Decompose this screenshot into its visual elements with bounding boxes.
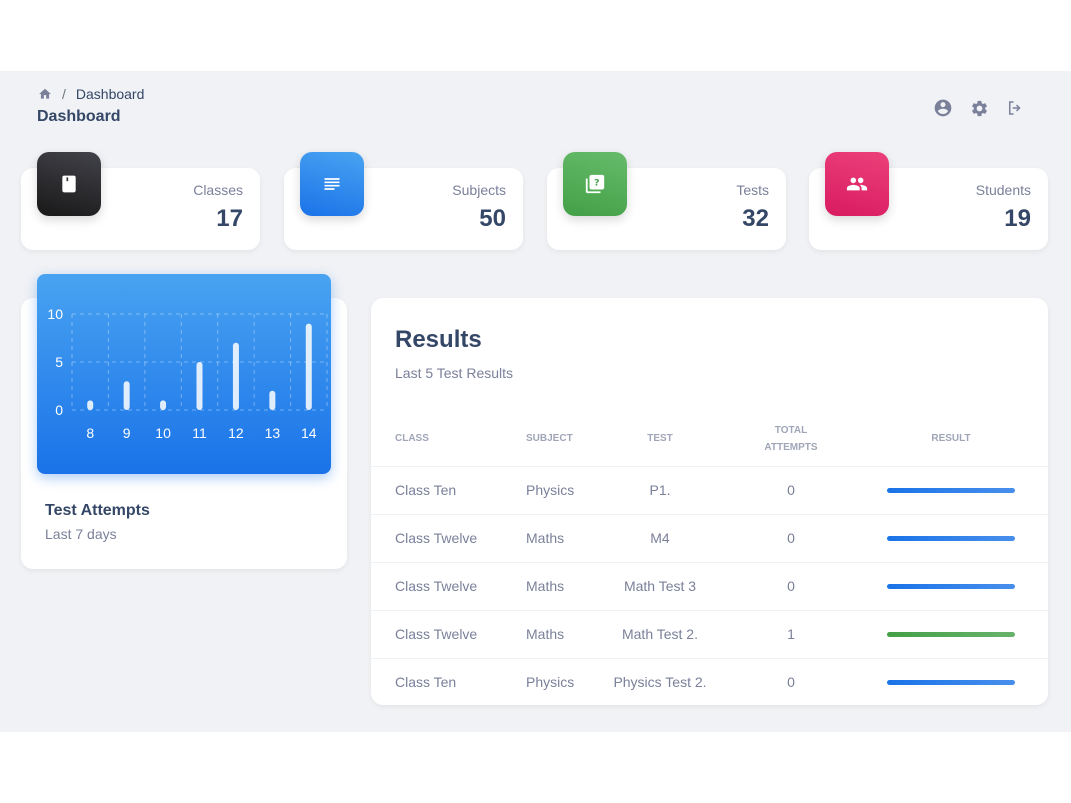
dashboard-app: / Dashboard Dashboard Classes 17 Subject… — [0, 71, 1071, 732]
test-attempts-chart: 0 5 10 8 9 10 11 12 13 14 — [47, 306, 328, 441]
result-progress-bar — [887, 679, 1015, 685]
cell-test: M4 — [592, 514, 728, 563]
logout-icon[interactable] — [1005, 98, 1025, 118]
chart-bar — [305, 323, 312, 410]
book-icon — [37, 152, 101, 216]
results-table: Class Subject Test Total Attempts Result… — [371, 412, 1048, 705]
cell-subject: Physics — [502, 466, 592, 515]
test-attempts-card: 0 5 10 8 9 10 11 12 13 14 Test Attempts Last 7 da… — [21, 274, 347, 569]
results-card: Results Last 5 Test Results Class Subjec… — [371, 298, 1048, 705]
cell-test: Math Test 2. — [592, 610, 728, 659]
group-icon — [825, 152, 889, 216]
result-progress-bar — [887, 583, 1015, 589]
cell-attempts: 0 — [728, 466, 854, 515]
table-header-row: Class Subject Test Total Attempts Result — [371, 412, 1048, 467]
results-title: Results — [395, 326, 482, 353]
chart-title: Test Attempts — [45, 502, 150, 519]
cell-class: Class Ten — [395, 674, 457, 691]
chart-x-tick-label: 11 — [192, 425, 207, 441]
chart-bar — [123, 381, 130, 410]
column-header-test: Test — [592, 412, 728, 467]
cell-subject: Maths — [502, 610, 592, 659]
gear-icon[interactable] — [969, 98, 989, 118]
cell-subject: Maths — [502, 562, 592, 611]
chart-y-tick-label: 10 — [47, 306, 63, 322]
account-circle-icon[interactable] — [933, 98, 953, 118]
cell-result — [854, 466, 1048, 515]
cell-subject: Maths — [502, 514, 592, 563]
chart-subtitle: Last 7 days — [45, 526, 117, 542]
cell-class: Class Twelve — [371, 514, 502, 563]
cell-attempts: 0 — [728, 514, 854, 563]
cell-attempts: 1 — [728, 610, 854, 659]
table-row[interactable]: Class Ten Physics Physics Test 2. 0 — [371, 658, 1048, 705]
cell-test: P1. — [592, 466, 728, 515]
table-row[interactable]: Class Twelve Maths Math Test 2. 1 — [371, 610, 1048, 659]
cell-result — [854, 610, 1048, 659]
table-row[interactable]: Class Twelve Maths Math Test 3 0 — [371, 562, 1048, 611]
stat-label: Tests — [736, 182, 769, 198]
breadcrumb-separator: / — [62, 86, 66, 102]
chart-y-tick-label: 0 — [55, 402, 63, 418]
stat-value: 32 — [742, 205, 769, 232]
table-row[interactable]: Class Ten Physics P1. 0 — [371, 466, 1048, 515]
chart-bar — [269, 390, 276, 410]
stat-label: Subjects — [452, 182, 506, 198]
column-header-result: Result — [854, 412, 1048, 467]
svg-text:?: ? — [594, 177, 599, 188]
result-progress-bar — [887, 631, 1015, 637]
breadcrumb: / Dashboard — [38, 86, 144, 102]
home-icon[interactable] — [38, 87, 52, 101]
cell-attempts: 0 — [728, 562, 854, 611]
column-header-total-attempts-label: Total Attempts — [764, 424, 818, 453]
cell-class: Class Twelve — [371, 562, 502, 611]
chart-x-tick-label: 9 — [123, 425, 131, 441]
chart-bar — [160, 400, 167, 410]
cell-class: Class Ten — [371, 466, 502, 515]
top-icons — [933, 98, 1025, 118]
page-title: Dashboard — [37, 108, 121, 125]
stat-label: Classes — [193, 182, 243, 198]
stat-value: 50 — [479, 205, 506, 232]
quiz-icon: ? — [563, 152, 627, 216]
table-row[interactable]: Class Twelve Maths M4 0 — [371, 514, 1048, 563]
cell-result — [854, 562, 1048, 611]
cell-test: Physics Test 2. — [613, 674, 707, 691]
notes-icon — [300, 152, 364, 216]
column-header-total-attempts: Total Attempts — [728, 412, 854, 467]
cell-result — [854, 514, 1048, 563]
stat-card-students[interactable]: Students 19 — [809, 152, 1048, 250]
chart-x-tick-label: 14 — [301, 425, 317, 441]
cell-result — [854, 658, 1048, 705]
column-header-subject: Subject — [502, 412, 592, 467]
stat-value: 17 — [216, 205, 243, 232]
cell-test: Math Test 3 — [592, 562, 728, 611]
stat-card-tests[interactable]: ? Tests 32 — [547, 152, 786, 250]
stat-label: Students — [975, 182, 1031, 198]
results-subtitle: Last 5 Test Results — [395, 365, 514, 381]
cell-class: Class Twelve — [371, 610, 502, 659]
chart-y-tick-label: 5 — [55, 354, 63, 370]
chart-bar — [87, 400, 94, 410]
chart-x-tick-label: 8 — [86, 425, 94, 441]
stat-card-subjects[interactable]: Subjects 50 — [284, 152, 523, 250]
cell-attempts: 0 — [787, 674, 795, 691]
column-header-class: Class — [371, 412, 502, 467]
result-progress-bar — [887, 535, 1015, 541]
test-attempts-chart-container: 0 5 10 8 9 10 11 12 13 14 — [37, 274, 331, 474]
chart-bar — [232, 342, 239, 410]
breadcrumb-current: Dashboard — [75, 86, 145, 102]
chart-x-tick-label: 10 — [155, 425, 171, 441]
chart-x-tick-label: 12 — [228, 425, 244, 441]
stat-value: 19 — [1004, 205, 1031, 232]
stat-card-classes[interactable]: Classes 17 — [21, 152, 260, 250]
cell-subject: Physics — [526, 674, 575, 691]
chart-x-tick-label: 13 — [265, 425, 281, 441]
chart-bar — [196, 362, 203, 410]
result-progress-bar — [887, 487, 1015, 493]
